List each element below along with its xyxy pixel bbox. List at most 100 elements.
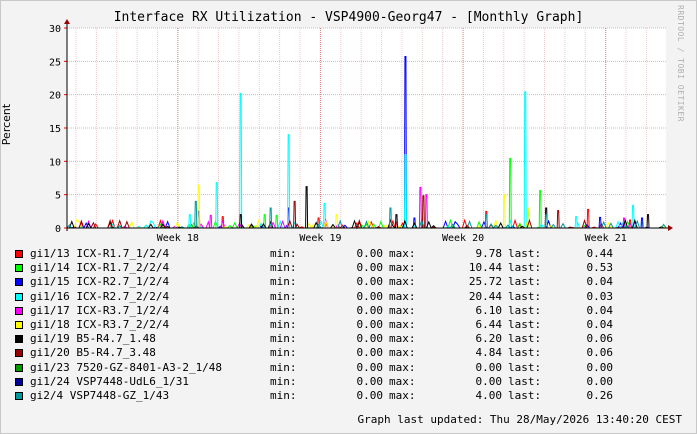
legend-last-label: last: <box>508 388 542 402</box>
legend-max-label: max: <box>389 317 416 331</box>
legend-swatch <box>15 349 23 358</box>
legend-row: gi1/19 B5-R4.7_1.48 min: 0.00 max: 6.20 last:… <box>15 332 675 346</box>
legend-row: gi2/4 VSP7448-GZ_1/43 min: 0.00 max: 4.00 las… <box>15 389 675 403</box>
legend-min-value: 0.00 <box>356 247 384 260</box>
legend-min-value: 0.00 <box>356 346 384 360</box>
legend-max-value: 6.10 <box>475 303 503 317</box>
legend-max-label: max: <box>389 332 416 346</box>
legend-row: gi1/14 ICX-R1.7_2/2/4 min: 0.00 max: 10.44 la… <box>15 261 675 275</box>
y-tick-label: 25 <box>49 57 61 68</box>
last-updated-text: Graph last updated: Thu 28/May/2026 13:4… <box>357 413 682 426</box>
legend-max-label: max: <box>389 303 416 317</box>
legend-swatch <box>15 320 23 329</box>
legend-swatch <box>15 391 23 400</box>
legend-max-value: 4.00 <box>475 388 503 402</box>
legend-last-label: last: <box>508 275 542 289</box>
legend-row: gi1/20 B5-R4.7_3.48 min: 0.00 max: 4.84 last:… <box>15 346 675 360</box>
legend-min-label: min: <box>270 275 297 289</box>
y-tick-label: 30 <box>49 24 61 35</box>
legend-max-value: 20.44 <box>468 289 502 303</box>
legend-row: gi1/23 7520-GZ-8401-A3-2_1/48 min: 0.00 max… <box>15 361 675 375</box>
legend-last-value: 0.04 <box>586 303 614 317</box>
y-tick-label: 20 <box>49 91 61 102</box>
legend-last-label: last: <box>508 289 542 303</box>
legend-swatch <box>15 377 23 386</box>
y-tick-label: 15 <box>49 124 61 135</box>
legend-min-label: min: <box>270 360 297 374</box>
legend-series-name: gi1/23 7520-GZ-8401-A3-2_1/48 <box>30 360 223 374</box>
legend-max-value: 4.84 <box>475 346 503 360</box>
legend-min-label: min: <box>270 247 297 260</box>
legend-row: gi1/15 ICX-R2.7_1/2/4 min: 0.00 max: 25.72 la… <box>15 275 675 289</box>
legend-min-value: 0.00 <box>356 332 384 346</box>
legend-last-value: 0.03 <box>586 289 614 303</box>
legend-last-label: last: <box>508 374 542 388</box>
legend-last-value: 0.44 <box>586 247 614 260</box>
legend-max-label: max: <box>389 247 416 260</box>
chart-title: Interface RX Utilization - VSP4900-Georg… <box>113 10 584 25</box>
legend-max-label: max: <box>389 388 416 402</box>
legend-last-label: last: <box>508 261 542 275</box>
legend-series-name: gi1/13 ICX-R1.7_1/2/4 <box>30 247 170 260</box>
legend-series-name: gi1/14 ICX-R1.7_2/2/4 <box>30 261 170 275</box>
legend-row: gi1/18 ICX-R3.7_2/2/4 min: 0.00 max: 6.44 las… <box>15 318 675 332</box>
legend-row: gi1/16 ICX-R2.7_2/2/4 min: 0.00 max: 20.44 la… <box>15 290 675 304</box>
legend-max-label: max: <box>389 346 416 360</box>
legend-last-label: last: <box>508 332 542 346</box>
legend-series-name: gi1/18 ICX-R3.7_2/2/4 <box>30 317 170 331</box>
legend-row: gi1/13 ICX-R1.7_1/2/4 min: 0.00 max: 9.78 las… <box>15 247 675 261</box>
legend-min-label: min: <box>270 289 297 303</box>
legend-max-value: 9.78 <box>475 247 503 260</box>
x-tick-label: Week 21 <box>585 233 627 244</box>
legend-series-name: gi2/4 VSP7448-GZ_1/43 <box>30 388 170 402</box>
legend-min-value: 0.00 <box>356 388 384 402</box>
legend-min-label: min: <box>270 332 297 346</box>
y-tick-label: 5 <box>55 191 61 202</box>
legend-swatch <box>15 363 23 372</box>
legend-last-value: 0.53 <box>586 261 614 275</box>
legend-series-name: gi1/20 B5-R4.7_3.48 <box>30 346 156 360</box>
legend-series-name: gi1/17 ICX-R3.7_1/2/4 <box>30 303 170 317</box>
legend-min-value: 0.00 <box>356 303 384 317</box>
legend-min-value: 0.00 <box>356 317 384 331</box>
legend-max-value: 6.20 <box>475 332 503 346</box>
rrdtool-watermark: RRDTOOL / TOBI OETIKER <box>676 5 685 122</box>
legend-min-value: 0.00 <box>356 261 384 275</box>
x-axis-arrow <box>668 225 673 231</box>
legend-swatch <box>15 250 23 258</box>
legend: gi1/13 ICX-R1.7_1/2/4 min: 0.00 max: 9.78 las… <box>15 247 675 403</box>
legend-last-label: last: <box>508 317 542 331</box>
legend-min-value: 0.00 <box>356 289 384 303</box>
legend-last-label: last: <box>508 247 542 260</box>
legend-swatch <box>15 306 23 315</box>
legend-max-label: max: <box>389 360 416 374</box>
legend-max-label: max: <box>389 289 416 303</box>
y-tick-label: 10 <box>49 157 61 168</box>
legend-min-label: min: <box>270 317 297 331</box>
legend-series-name: gi1/15 ICX-R2.7_1/2/4 <box>30 275 170 289</box>
legend-last-value: 0.00 <box>586 374 614 388</box>
x-tick-label: Week 18 <box>157 233 199 244</box>
legend-max-value: 6.44 <box>475 317 503 331</box>
legend-min-label: min: <box>270 374 297 388</box>
legend-swatch <box>15 264 23 273</box>
legend-last-label: last: <box>508 346 542 360</box>
legend-series-name: gi1/19 B5-R4.7_1.48 <box>30 332 156 346</box>
legend-swatch <box>15 335 23 344</box>
legend-min-value: 0.00 <box>356 374 384 388</box>
legend-min-label: min: <box>270 261 297 275</box>
legend-last-label: last: <box>508 360 542 374</box>
legend-max-value: 0.00 <box>475 360 503 374</box>
legend-min-label: min: <box>270 388 297 402</box>
plot-area <box>67 28 666 228</box>
x-tick-label: Week 19 <box>299 233 341 244</box>
legend-max-label: max: <box>389 374 416 388</box>
legend-row: gi1/24 VSP7448-UdL6_1/31 min: 0.00 max: 0.00… <box>15 375 675 389</box>
legend-max-label: max: <box>389 261 416 275</box>
legend-swatch <box>15 292 23 301</box>
legend-swatch <box>15 278 23 287</box>
y-tick-label: 0 <box>55 224 61 235</box>
legend-series-name: gi1/24 VSP7448-UdL6_1/31 <box>30 374 189 388</box>
legend-series-name: gi1/16 ICX-R2.7_2/2/4 <box>30 289 170 303</box>
legend-min-label: min: <box>270 303 297 317</box>
